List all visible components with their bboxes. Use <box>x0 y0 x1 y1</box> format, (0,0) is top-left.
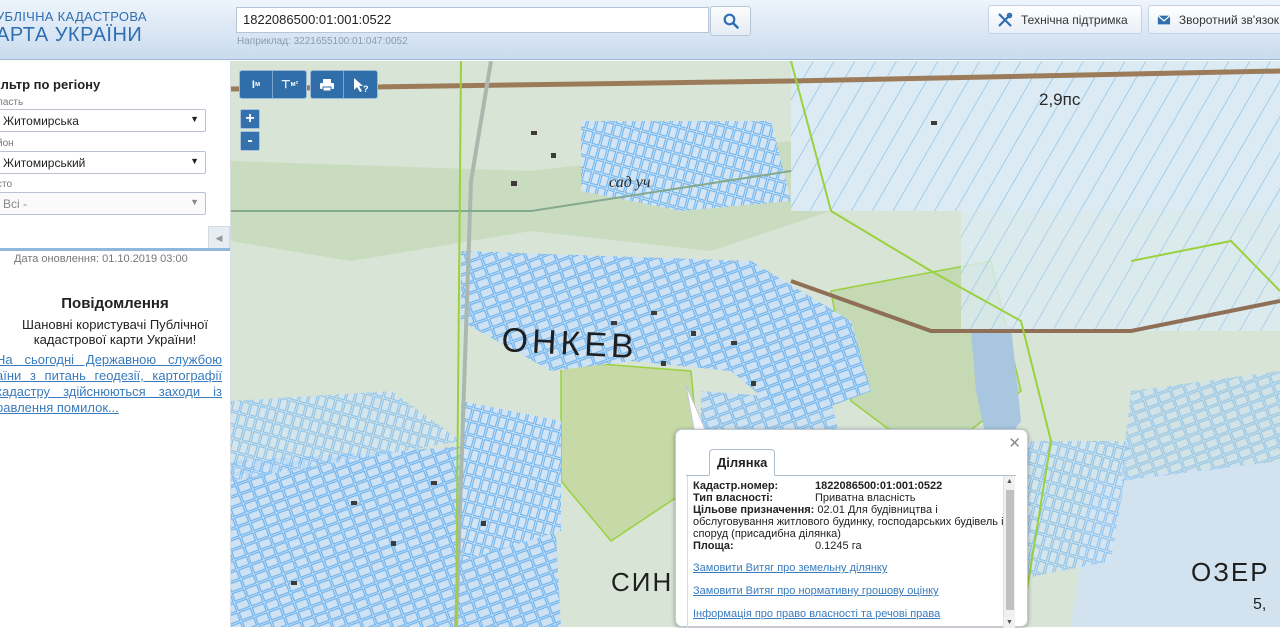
district-label: йон <box>0 138 14 149</box>
ruler-area-icon: ⊤ м² <box>280 79 299 91</box>
measure-distance-button[interactable]: Iм <box>240 71 273 98</box>
message-title: Повідомлення <box>61 295 169 312</box>
tab-parcel[interactable]: Ділянка <box>709 449 776 476</box>
logo-line-2: АРТА УКРАЇНИ <box>0 24 143 46</box>
order-extract-link[interactable]: Замовити Витяг про земельну ділянку <box>693 562 887 574</box>
city-value: Всі - <box>3 197 27 211</box>
region-label: ласть <box>0 97 24 108</box>
district-select[interactable]: Житомирський ▼ <box>0 151 206 174</box>
scroll-up-icon[interactable]: ▲ <box>1006 478 1013 485</box>
search-hint: Наприклад: 3221655100:01:047:0052 <box>237 36 408 47</box>
district-value: Житомирський <box>3 156 86 170</box>
site-logo[interactable]: УБЛІЧНА КАДАСТРОВА АРТА УКРАЇНИ <box>0 9 147 47</box>
search-button[interactable] <box>710 6 751 36</box>
map-label: 2,9пс <box>1039 90 1081 109</box>
envelope-icon <box>1157 14 1171 24</box>
action-toolbar: ? <box>310 70 378 99</box>
city-select[interactable]: Всі - ▼ <box>0 192 206 215</box>
scroll-thumb[interactable] <box>1006 490 1014 610</box>
header: УБЛІЧНА КАДАСТРОВА АРТА УКРАЇНИ 18220865… <box>0 0 1280 60</box>
map-label: СИН <box>611 567 673 597</box>
field-key: Кадастр.номер: <box>693 480 779 492</box>
region-select[interactable]: Житомирська ▼ <box>0 109 206 132</box>
ruler-line-icon: Iм <box>251 78 261 91</box>
field-value: 1822086500:01:001:0522 <box>815 480 943 492</box>
svg-text:?: ? <box>363 84 369 93</box>
field-key: Тип власності: <box>693 492 774 504</box>
map-label: 5, <box>1253 596 1266 613</box>
cadastral-search-input[interactable]: 1822086500:01:001:0522 <box>236 7 709 33</box>
measure-area-button[interactable]: ⊤ м² <box>273 71 306 98</box>
scroll-down-icon[interactable]: ▼ <box>1006 619 1013 626</box>
city-label: сто <box>0 179 13 190</box>
field-purpose: Цільове призначення: 02.01 Для будівницт… <box>693 504 1009 540</box>
region-value: Житомирська <box>3 114 79 128</box>
dropdown-arrow-icon: ▼ <box>190 197 199 207</box>
print-button[interactable] <box>311 71 344 98</box>
close-icon[interactable]: ✕ <box>1008 434 1021 452</box>
identify-cursor-icon: ? <box>353 77 369 93</box>
field-value: 0.1245 га <box>815 540 862 552</box>
feedback-label: Зворотний зв'язок <box>1178 12 1279 27</box>
dropdown-arrow-icon: ▼ <box>190 156 199 166</box>
search-icon <box>723 13 739 29</box>
identify-button[interactable]: ? <box>344 71 377 98</box>
feedback-button[interactable]: Зворотний зв'язок <box>1148 5 1280 34</box>
field-key: Площа: <box>693 540 734 552</box>
collapse-sidebar-button[interactable]: ◀ <box>208 226 230 250</box>
tools-icon <box>998 12 1013 27</box>
map-label: сад уч <box>609 174 651 191</box>
update-date: Дата оновлення: 01.10.2019 03:00 <box>14 253 188 265</box>
message-body: Шановні користувачі Публічної кадастрово… <box>22 317 208 347</box>
zoom-in-button[interactable]: + <box>240 109 260 129</box>
popup-scrollbar[interactable]: ▲ ▼ <box>1003 476 1015 628</box>
parcel-info-popup: ✕ Ділянка Кадастр.номер: 1822086500:01:0… <box>675 429 1028 628</box>
ownership-info-link[interactable]: Інформація про право власності та речові… <box>693 608 940 620</box>
map-label: ОЗЕР <box>1191 557 1270 587</box>
field-value: Приватна власність <box>815 492 916 504</box>
dropdown-arrow-icon: ▼ <box>190 114 199 124</box>
print-icon <box>320 78 334 91</box>
measure-toolbar: Iм ⊤ м² <box>239 70 307 99</box>
zoom-out-button[interactable]: - <box>240 131 260 151</box>
map-label: ОНКЕВ <box>501 321 639 366</box>
sidebar-divider <box>0 248 230 251</box>
region-filter-title: ільтр по регіону <box>0 77 101 92</box>
support-button[interactable]: Технічна підтримка <box>988 5 1142 34</box>
logo-line-1: УБЛІЧНА КАДАСТРОВА <box>0 9 147 24</box>
popup-content: Кадастр.номер: 1822086500:01:001:0522 Ти… <box>687 476 1016 628</box>
chevron-left-icon: ◀ <box>215 232 223 243</box>
support-label: Технічна підтримка <box>1021 12 1128 27</box>
sidebar: ільтр по регіону ласть Житомирська ▼ йон… <box>0 61 231 627</box>
order-valuation-link[interactable]: Замовити Витяг про нормативну грошову оц… <box>693 585 939 597</box>
field-key: Цільове призначення: <box>693 504 815 516</box>
message-link[interactable]: На сьогодні Державною службою аїни з пит… <box>0 352 222 416</box>
